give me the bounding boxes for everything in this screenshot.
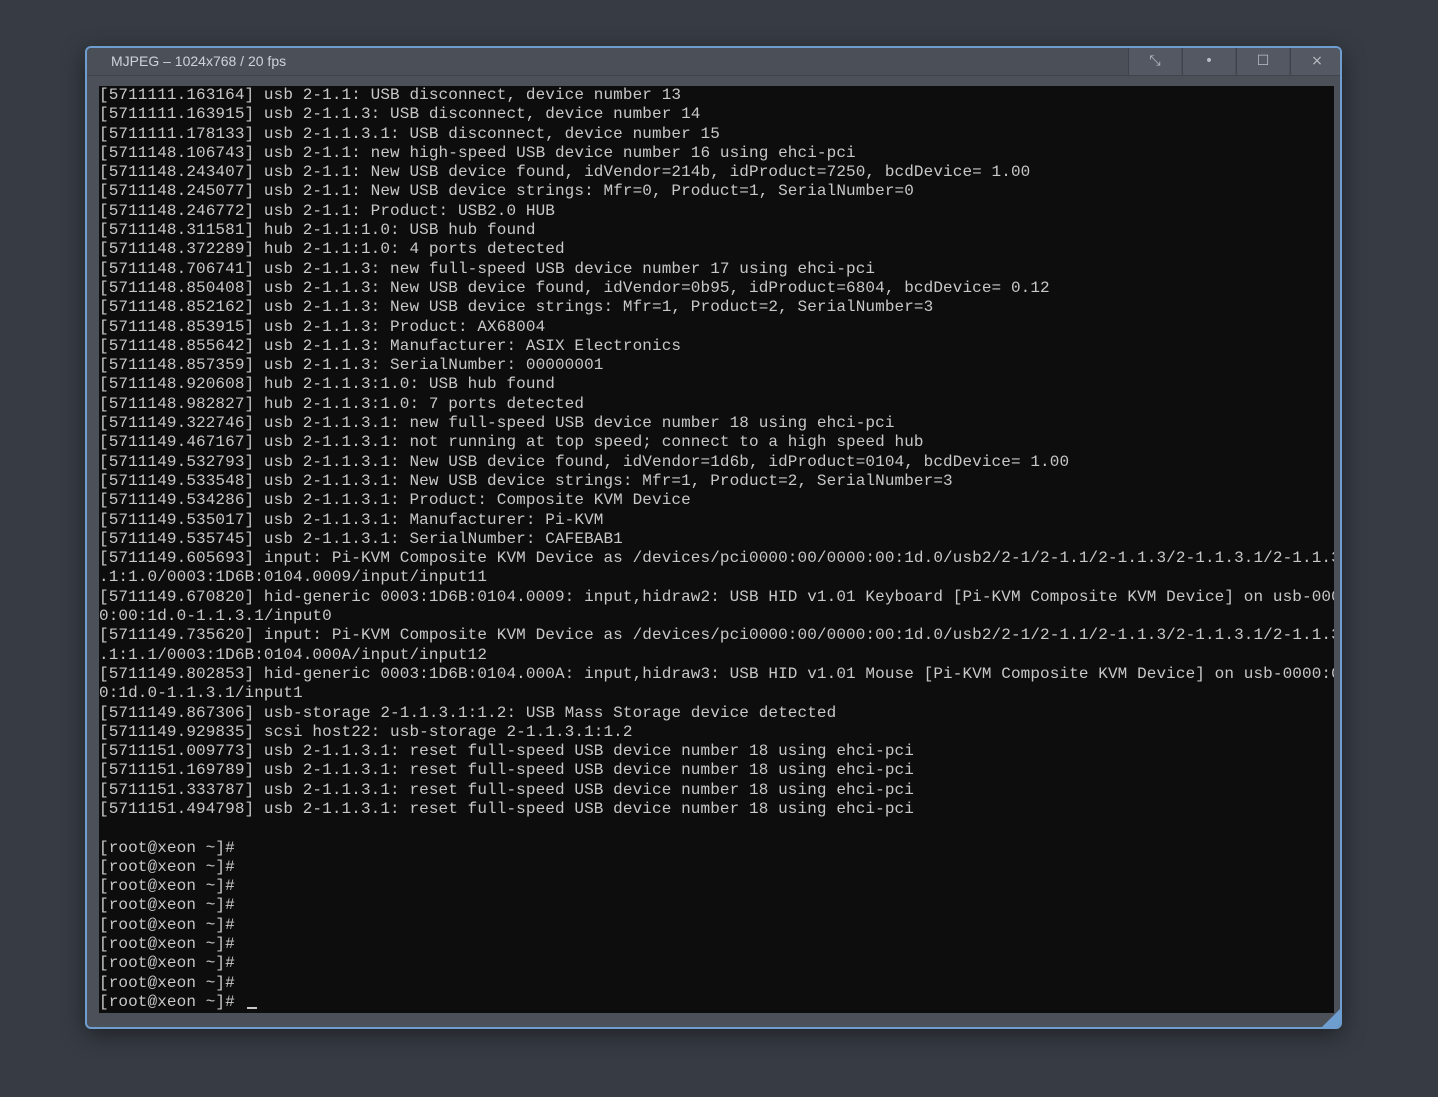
terminal-line: .1:1.1/0003:1D6B:0104.000A/input/input12: [99, 645, 488, 664]
maximize-icon: ☐: [1256, 53, 1270, 69]
terminal-line: [5711148.706741] usb 2-1.1.3: new full-s…: [99, 259, 876, 278]
terminal-line: [5711148.372289] hub 2-1.1:1.0: 4 ports …: [99, 240, 565, 259]
terminal-cursor: [246, 1006, 257, 1009]
terminal-line: [5711148.857359] usb 2-1.1.3: SerialNumb…: [99, 356, 604, 375]
terminal-line: [5711149.532793] usb 2-1.1.3.1: New USB …: [99, 452, 1070, 471]
terminal-line: [5711149.535017] usb 2-1.1.3.1: Manufact…: [99, 510, 604, 529]
terminal-line: .1:1.0/0003:1D6B:0104.0009/input/input11: [99, 568, 488, 587]
terminal-line: [5711149.535745] usb 2-1.1.3.1: SerialNu…: [99, 529, 623, 548]
terminal-line: [5711111.163164] usb 2-1.1: USB disconne…: [99, 86, 682, 104]
terminal-line: [root@xeon ~]#: [99, 915, 235, 934]
window-titlebar[interactable]: MJPEG – 1024x768 / 20 fps ⤡ • ☐ ×: [87, 48, 1340, 76]
terminal-line: [5711151.333787] usb 2-1.1.3.1: reset fu…: [99, 780, 914, 799]
terminal-line: [5711148.920608] hub 2-1.1.3:1.0: USB hu…: [99, 375, 555, 394]
terminal-line: [5711148.246772] usb 2-1.1: Product: USB…: [99, 201, 555, 220]
terminal-line: [5711148.852162] usb 2-1.1.3: New USB de…: [99, 298, 934, 317]
terminal-line: [root@xeon ~]#: [99, 877, 235, 896]
terminal-line: [5711149.534286] usb 2-1.1.3.1: Product:…: [99, 491, 691, 510]
close-button[interactable]: ×: [1290, 48, 1340, 75]
terminal-line: [5711151.494798] usb 2-1.1.3.1: reset fu…: [99, 799, 914, 818]
fullscreen-button[interactable]: ⤡: [1128, 48, 1181, 75]
terminal-line: [root@xeon ~]#: [99, 954, 235, 973]
terminal-line: [5711148.106743] usb 2-1.1: new high-spe…: [99, 143, 856, 162]
maximize-button[interactable]: ☐: [1236, 48, 1289, 75]
close-icon: ×: [1311, 53, 1323, 69]
terminal-line: [root@xeon ~]#: [99, 857, 235, 876]
terminal-line: [5711151.169789] usb 2-1.1.3.1: reset fu…: [99, 761, 914, 780]
terminal-line: [5711111.178133] usb 2-1.1.3.1: USB disc…: [99, 124, 720, 143]
terminal-line: [5711111.163915] usb 2-1.1.3: USB discon…: [99, 105, 701, 124]
terminal-line: [5711149.670820] hid-generic 0003:1D6B:0…: [99, 587, 1334, 606]
terminal-line: [5711148.245077] usb 2-1.1: New USB devi…: [99, 182, 914, 201]
terminal-line: [5711148.311581] hub 2-1.1:1.0: USB hub …: [99, 221, 536, 240]
remote-screen[interactable]: [5711111.163164] usb 2-1.1: USB disconne…: [99, 86, 1334, 1013]
terminal-line: [5711148.982827] hub 2-1.1.3:1.0: 7 port…: [99, 394, 585, 413]
terminal-line: 0:1d.0-1.1.3.1/input1: [99, 684, 303, 703]
terminal-line: [5711148.243407] usb 2-1.1: New USB devi…: [99, 163, 1031, 182]
terminal-output: [5711111.163164] usb 2-1.1: USB disconne…: [99, 86, 1334, 1012]
terminal-line: [5711148.853915] usb 2-1.1.3: Product: A…: [99, 317, 546, 336]
dot-icon: •: [1204, 53, 1214, 69]
terminal-line: [root@xeon ~]#: [99, 896, 235, 915]
terminal-line: [root@xeon ~]#: [99, 935, 235, 954]
terminal-line: [5711149.322746] usb 2-1.1.3.1: new full…: [99, 414, 895, 433]
terminal-line: [root@xeon ~]#: [99, 973, 235, 992]
kvm-stream-window: MJPEG – 1024x768 / 20 fps ⤡ • ☐ × [57111…: [85, 46, 1342, 1029]
terminal-line: [root@xeon ~]#: [99, 838, 235, 857]
window-title: MJPEG – 1024x768 / 20 fps: [111, 53, 287, 69]
terminal-line: 0:00:1d.0-1.1.3.1/input0: [99, 607, 332, 626]
terminal-line: [5711149.533548] usb 2-1.1.3.1: New USB …: [99, 471, 953, 490]
terminal-line: [5711149.929835] scsi host22: usb-storag…: [99, 722, 633, 741]
terminal-line: [5711149.867306] usb-storage 2-1.1.3.1:1…: [99, 703, 837, 722]
terminal-line: [5711149.802853] hid-generic 0003:1D6B:0…: [99, 664, 1334, 683]
fullscreen-icon: ⤡: [1149, 53, 1161, 69]
terminal-line: [5711149.735620] input: Pi-KVM Composite…: [99, 626, 1334, 645]
terminal-line: [5711149.467167] usb 2-1.1.3.1: not runn…: [99, 433, 924, 452]
terminal-line: [root@xeon ~]#: [99, 993, 1334, 1012]
terminal-line: [5711151.009773] usb 2-1.1.3.1: reset fu…: [99, 742, 914, 761]
terminal-line: [5711148.850408] usb 2-1.1.3: New USB de…: [99, 278, 1050, 297]
terminal-line: [5711148.855642] usb 2-1.1.3: Manufactur…: [99, 336, 682, 355]
terminal-line: [5711149.605693] input: Pi-KVM Composite…: [99, 549, 1334, 568]
dot-button[interactable]: •: [1182, 48, 1235, 75]
resize-handle[interactable]: [1322, 1009, 1340, 1027]
